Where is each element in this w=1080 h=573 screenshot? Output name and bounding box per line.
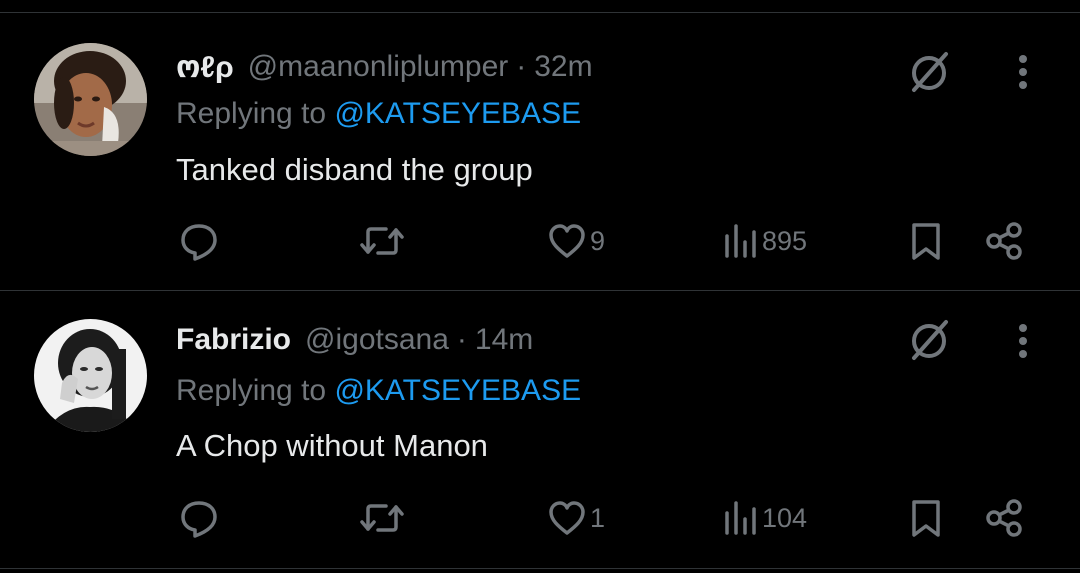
heart-icon <box>549 224 585 258</box>
tweet-text: A Chop without Manon <box>176 428 488 463</box>
reply-icon <box>181 501 217 538</box>
timestamp[interactable]: 32m <box>534 50 592 84</box>
share-icon <box>986 222 1022 260</box>
share-icon <box>986 499 1022 537</box>
retweet-button[interactable] <box>358 216 406 266</box>
action-bar: 1 104 <box>0 493 1080 543</box>
tweet-header: ოℓρ @maanonliplumper · 32m <box>176 47 593 87</box>
timestamp[interactable]: 14m <box>475 323 533 357</box>
replying-to: Replying to @KATSEYEBASE <box>176 374 581 408</box>
tweet[interactable]: Fabrizio @igotsana · 14m Replying to @KA… <box>0 291 1080 567</box>
reply-button[interactable] <box>178 216 220 266</box>
retweet-icon <box>360 504 404 532</box>
bookmark-button[interactable] <box>908 216 944 266</box>
tweet-text: Tanked disband the group <box>176 152 533 187</box>
reply-button[interactable] <box>178 493 220 543</box>
handle[interactable]: @igotsana <box>305 323 449 357</box>
more-button[interactable] <box>1008 47 1038 97</box>
mention-link[interactable]: @KATSEYEBASE <box>334 374 581 407</box>
profile-photo-icon <box>34 43 147 156</box>
views-icon <box>725 501 756 535</box>
reply-icon <box>181 224 217 261</box>
separator: · <box>516 50 527 83</box>
display-name[interactable]: Fabrizio <box>176 323 291 357</box>
view-count: 895 <box>762 225 808 256</box>
share-button[interactable] <box>984 216 1026 266</box>
grok-icon <box>912 320 948 360</box>
divider <box>0 568 1080 569</box>
like-button[interactable]: 1 <box>546 493 605 543</box>
more-icon <box>1019 55 1027 89</box>
bookmark-icon <box>912 223 940 260</box>
action-bar: 9 895 <box>0 216 1080 266</box>
mention-link[interactable]: @KATSEYEBASE <box>334 97 581 130</box>
like-count: 9 <box>590 225 606 256</box>
more-button[interactable] <box>1008 316 1038 366</box>
handle[interactable]: @maanonliplumper <box>248 50 509 84</box>
view-count: 104 <box>762 502 808 533</box>
profile-photo-icon <box>34 319 147 432</box>
grok-icon <box>912 52 948 92</box>
display-name[interactable]: ოℓρ <box>176 50 234 85</box>
avatar[interactable] <box>34 43 147 156</box>
bookmark-button[interactable] <box>908 493 944 543</box>
replying-to: Replying to @KATSEYEBASE <box>176 97 581 131</box>
grok-button[interactable] <box>904 315 954 365</box>
views-icon <box>725 224 756 258</box>
tweet-feed: ოℓρ @maanonliplumper · 32m Replying to @… <box>0 0 1080 573</box>
grok-button[interactable] <box>904 47 954 97</box>
heart-icon <box>549 501 585 535</box>
retweet-button[interactable] <box>358 493 406 543</box>
replying-prefix: Replying to <box>176 97 327 130</box>
like-button[interactable]: 9 <box>546 216 605 266</box>
views-button[interactable]: 104 <box>722 493 807 543</box>
like-count: 1 <box>590 502 606 533</box>
bookmark-icon <box>912 500 940 537</box>
separator: · <box>456 323 467 356</box>
retweet-icon <box>360 227 404 255</box>
avatar[interactable] <box>34 319 147 432</box>
tweet-header: Fabrizio @igotsana · 14m <box>176 320 533 360</box>
share-button[interactable] <box>984 493 1026 543</box>
tweet[interactable]: ოℓρ @maanonliplumper · 32m Replying to @… <box>0 13 1080 289</box>
replying-prefix: Replying to <box>176 374 327 407</box>
views-button[interactable]: 895 <box>722 216 807 266</box>
more-icon <box>1019 324 1027 358</box>
